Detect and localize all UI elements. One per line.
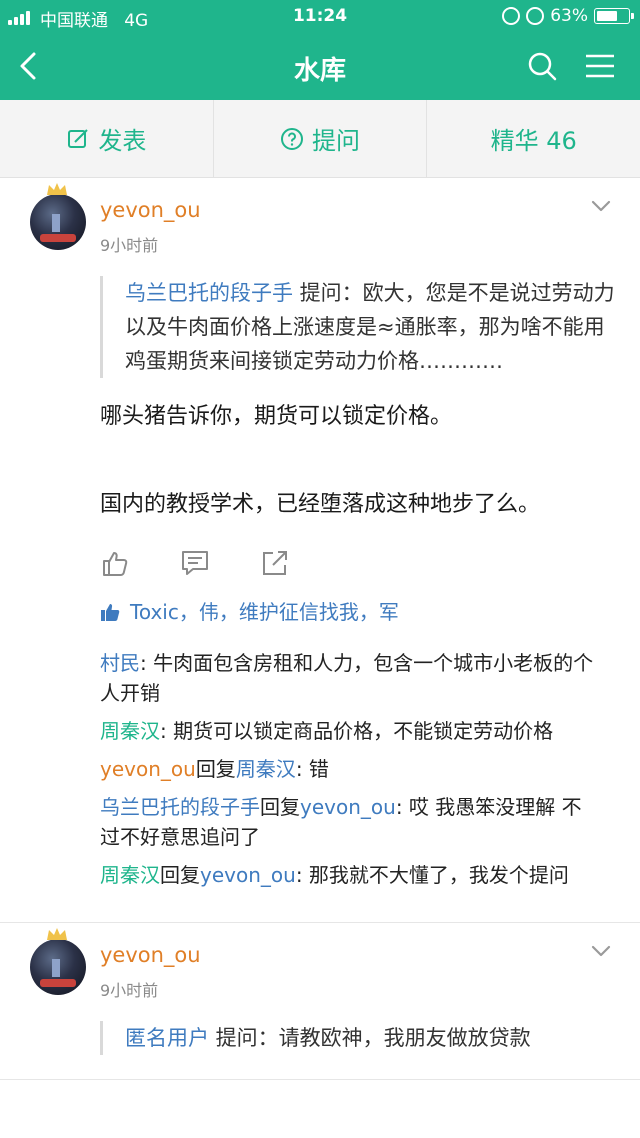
author-name[interactable]: yevon_ou <box>100 198 201 222</box>
post-feed: yevon_ou 9小时前 乌兰巴托的段子手 提问：欧大，您是不是说过劳动力以及… <box>0 178 640 1080</box>
featured-label: 精华 46 <box>490 127 577 155</box>
comment-author[interactable]: 村民 <box>100 651 140 675</box>
post-time: 9小时前 <box>100 981 159 1000</box>
comment-author[interactable]: 周秦汉 <box>100 719 160 743</box>
reply-word: 回复 <box>195 757 236 781</box>
comment-author[interactable]: yevon_ou <box>100 757 196 781</box>
post-time: 9小时前 <box>100 236 159 255</box>
comment-author[interactable]: 周秦汉 <box>100 863 160 887</box>
chevron-down-icon[interactable] <box>590 943 612 959</box>
post-header: yevon_ou 9小时前 <box>0 178 640 276</box>
rotation-lock-icon <box>502 7 521 25</box>
featured-button[interactable]: 精华 46 <box>426 100 640 177</box>
comment-item: 周秦汉回复yevon_ou: 那我就不大懂了，我发个提问 <box>100 860 600 890</box>
reply-target[interactable]: yevon_ou <box>300 795 396 819</box>
post-paragraph: 国内的教授学术，已经堕落成这种地步了么。 <box>100 492 541 517</box>
avatar[interactable] <box>30 939 86 995</box>
battery-percent: 63% <box>550 6 588 26</box>
thumbs-up-icon <box>101 604 120 621</box>
comment-item: 周秦汉: 期货可以锁定商品价格，不能锁定劳动价格 <box>100 716 600 746</box>
comment-item: yevon_ou回复周秦汉: 错 <box>100 754 600 784</box>
thumbs-up-icon[interactable] <box>100 548 130 578</box>
chevron-left-icon[interactable] <box>10 46 50 86</box>
quote-text: 提问：请教欧神，我朋友做放贷款 <box>209 1026 531 1050</box>
reply-word: 回复 <box>160 863 200 887</box>
question-icon <box>281 127 303 150</box>
action-bar: 发表 提问 精华 46 <box>0 100 640 178</box>
chevron-down-icon[interactable] <box>590 198 612 214</box>
top-bar: 中国联通 4G 11:24 63% 水库 <box>0 0 640 100</box>
post-header: yevon_ou 9小时前 <box>0 923 640 1021</box>
reply-target[interactable]: yevon_ou <box>200 863 296 887</box>
quote-author[interactable]: 匿名用户 <box>125 1026 209 1050</box>
status-bar: 中国联通 4G 11:24 63% <box>0 0 640 34</box>
likes-row: Toxic，伟，维护征信找我，军 <box>100 596 640 628</box>
ask-label: 提问 <box>312 127 360 155</box>
post-button[interactable]: 发表 <box>0 100 213 177</box>
comment-text: : 错 <box>295 757 329 781</box>
post-label: 发表 <box>98 127 147 155</box>
post-card: yevon_ou 9小时前 匿名用户 提问：请教欧神，我朋友做放贷款 <box>0 923 640 1080</box>
quoted-question[interactable]: 乌兰巴托的段子手 提问：欧大，您是不是说过劳动力以及牛肉面价格上涨速度是≈通胀率… <box>100 276 616 378</box>
status-right: 63% <box>502 6 634 26</box>
reply-target[interactable]: 周秦汉 <box>236 757 296 781</box>
reply-word: 回复 <box>260 795 300 819</box>
comment-item: 乌兰巴托的段子手回复yevon_ou: 哎 我愚笨没理解 不过不好意思追问了 <box>100 792 600 852</box>
alarm-icon <box>526 7 545 25</box>
comment-item: 村民: 牛肉面包含房租和人力，包含一个城市小老板的个人开销 <box>100 648 600 708</box>
comment-icon[interactable] <box>180 548 210 578</box>
crown-icon <box>47 183 67 195</box>
avatar[interactable] <box>30 194 86 250</box>
quoted-question[interactable]: 匿名用户 提问：请教欧神，我朋友做放贷款 <box>100 1021 616 1055</box>
share-icon[interactable] <box>260 548 290 578</box>
author-name[interactable]: yevon_ou <box>100 943 201 967</box>
likes-names[interactable]: Toxic，伟，维护征信找我，军 <box>130 596 399 628</box>
nav-bar: 水库 <box>0 34 640 100</box>
comment-text: : 那我就不大懂了，我发个提问 <box>295 863 569 887</box>
post-paragraph: 哪头猪告诉你，期货可以锁定价格。 <box>100 404 453 429</box>
post-toolbar <box>0 534 640 594</box>
post-card: yevon_ou 9小时前 乌兰巴托的段子手 提问：欧大，您是不是说过劳动力以及… <box>0 178 640 923</box>
ask-button[interactable]: 提问 <box>212 100 427 177</box>
comment-list: 村民: 牛肉面包含房租和人力，包含一个城市小老板的个人开销 周秦汉: 期货可以锁… <box>100 648 600 890</box>
search-icon[interactable] <box>524 48 560 84</box>
comment-text: : 期货可以锁定商品价格，不能锁定劳动价格 <box>160 719 554 743</box>
comment-text: : 牛肉面包含房租和人力，包含一个城市小老板的个人开销 <box>100 651 594 705</box>
comment-author[interactable]: 乌兰巴托的段子手 <box>100 795 260 819</box>
crown-icon <box>47 928 67 940</box>
quote-author[interactable]: 乌兰巴托的段子手 <box>125 281 293 305</box>
edit-icon <box>68 128 89 148</box>
battery-icon <box>594 8 634 24</box>
hamburger-icon[interactable] <box>582 48 618 84</box>
